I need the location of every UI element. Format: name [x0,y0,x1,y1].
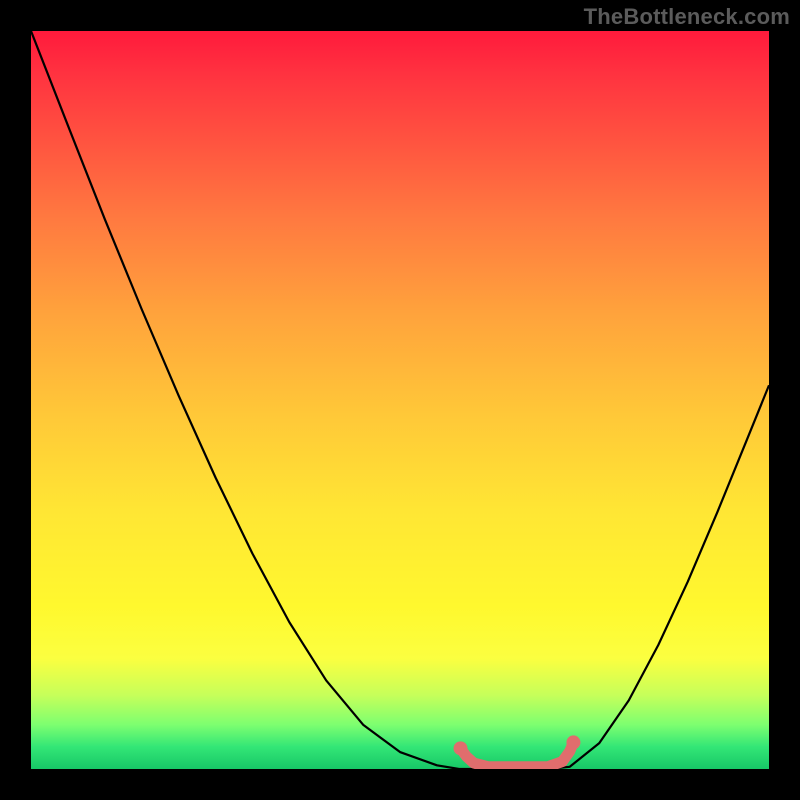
band-end-dot [566,735,580,749]
bottleneck-curve-path [31,31,769,769]
band-start-dot [454,741,468,755]
chart-frame: TheBottleneck.com [0,0,800,800]
chart-svg [31,31,769,769]
optimal-band-path [461,742,574,766]
watermark-text: TheBottleneck.com [584,4,790,30]
plot-area [31,31,769,769]
